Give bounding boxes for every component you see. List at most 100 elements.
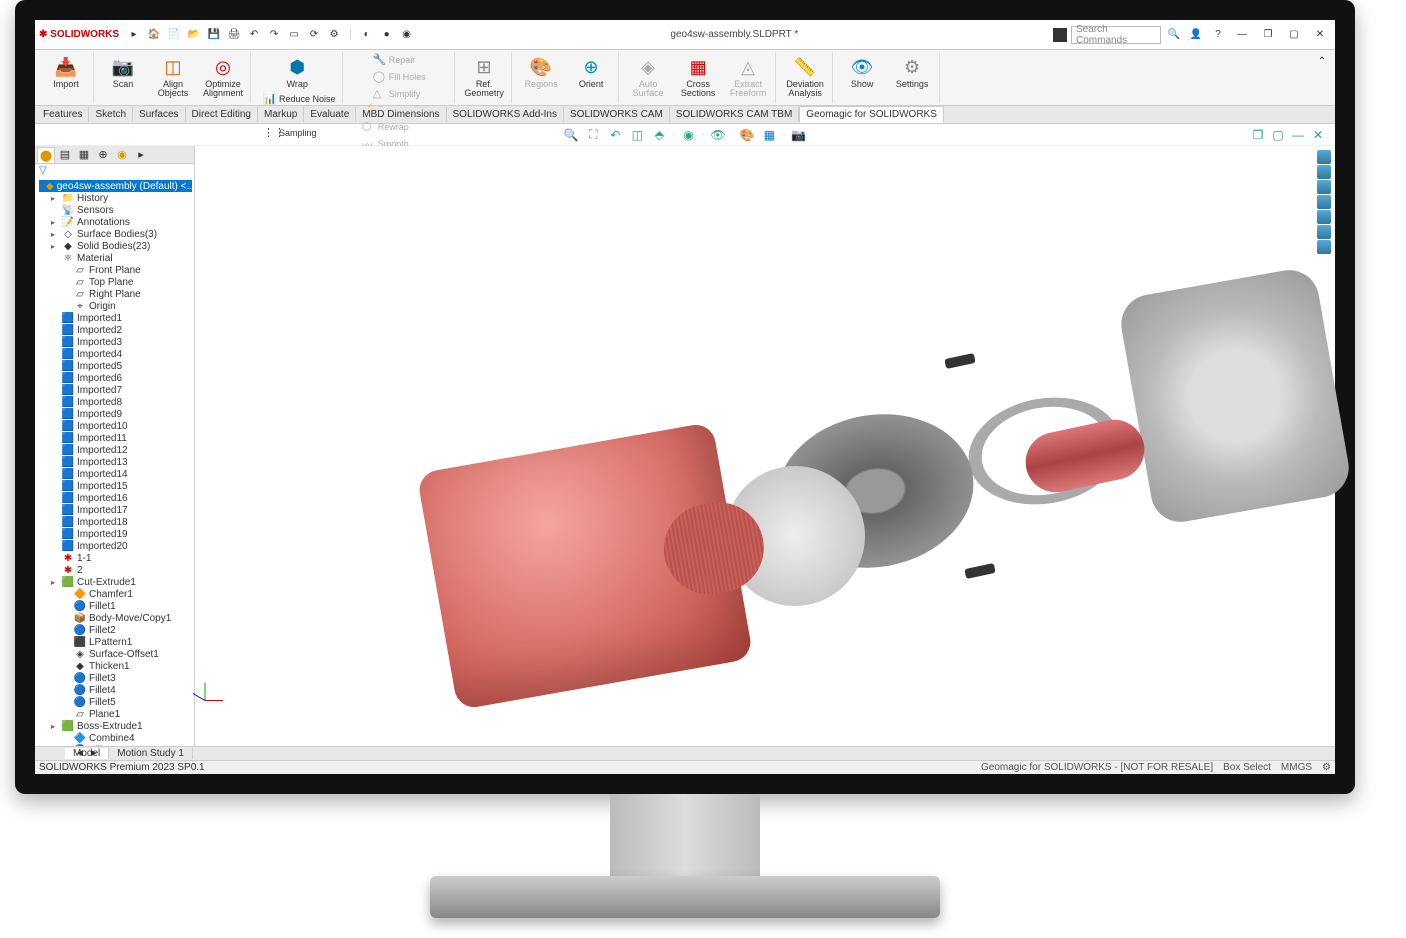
tree-node[interactable]: 🟦Imported12 <box>39 444 192 456</box>
repair-button[interactable]: 🔧Repair <box>371 52 428 68</box>
tree-node[interactable]: ▸📝Annotations <box>39 216 192 228</box>
tree-node[interactable]: 🟦Imported15 <box>39 480 192 492</box>
tree-tab-config-icon[interactable]: ▦ <box>75 147 93 163</box>
tree-node[interactable]: ▱Top Plane <box>39 276 192 288</box>
tree-node[interactable]: 📦Body-Move/Copy1 <box>39 612 192 624</box>
simplify-button[interactable]: △Simplify <box>371 86 428 102</box>
scene-icon[interactable]: ◉ <box>398 26 416 44</box>
tree-node[interactable]: 🟦Imported9 <box>39 408 192 420</box>
bottom-tab-motion-study-1[interactable]: Motion Study 1 <box>109 748 193 759</box>
tree-node[interactable]: 🟦Imported14 <box>39 468 192 480</box>
tree-node[interactable]: ✱2 <box>39 564 192 576</box>
search-input[interactable]: Search Commands <box>1071 26 1161 44</box>
tree-node[interactable]: 🟦Imported7 <box>39 384 192 396</box>
tree-node[interactable]: 🟦Imported11 <box>39 432 192 444</box>
doc-min-icon[interactable]: ❐ <box>1249 126 1267 144</box>
tree-node[interactable]: 🔶Chamfer1 <box>39 588 192 600</box>
appearance-icon[interactable]: ● <box>378 26 396 44</box>
rebuild-icon[interactable]: ⟳ <box>305 26 323 44</box>
tree-node[interactable]: 🟦Imported16 <box>39 492 192 504</box>
doc-menu-icon[interactable]: — <box>1289 126 1307 144</box>
hud-btn-7-icon[interactable] <box>1317 240 1331 254</box>
restore-icon[interactable]: ❐ <box>1257 26 1279 44</box>
tree-node[interactable]: ▸🟩Cut-Extrude1 <box>39 576 192 588</box>
tree-node[interactable]: ⚛Material <box>39 252 192 264</box>
tab-solidworks-cam[interactable]: SOLIDWORKS CAM <box>564 107 670 122</box>
tree-node[interactable]: 🟦Imported8 <box>39 396 192 408</box>
fill-holes-button[interactable]: ◯Fill Holes <box>371 69 428 85</box>
tree-node[interactable]: ▱Front Plane <box>39 264 192 276</box>
tree-node[interactable]: 🟦Imported20 <box>39 540 192 552</box>
tree-node[interactable]: 🟦Imported5 <box>39 360 192 372</box>
ref-geometry-button[interactable]: ⊞Ref. Geometry <box>461 52 507 100</box>
orientation-triad[interactable] <box>201 680 227 706</box>
tree-node[interactable]: 🟦Imported13 <box>39 456 192 468</box>
tree-node[interactable]: ▸📁History <box>39 192 192 204</box>
hud-btn-3-icon[interactable] <box>1317 180 1331 194</box>
prev-view-icon[interactable]: ↶ <box>606 126 624 144</box>
open-icon[interactable]: 📂 <box>185 26 203 44</box>
tree-node[interactable]: ▸◆Solid Bodies(23) <box>39 240 192 252</box>
settings-button[interactable]: ⚙Settings <box>889 52 935 91</box>
hud-btn-2-icon[interactable] <box>1317 165 1331 179</box>
tree-root[interactable]: ▾◆geo4sw-assembly (Default) <... <box>39 180 192 192</box>
wrap-button[interactable]: ⬢Wrap <box>274 52 320 91</box>
tree-tab-property-icon[interactable]: ▤ <box>56 147 74 163</box>
tree-node[interactable]: 🔵Fillet3 <box>39 672 192 684</box>
tree-node[interactable]: 🔵Fillet5 <box>39 696 192 708</box>
tree-node[interactable]: ▸◇Surface Bodies(3) <box>39 228 192 240</box>
tree-tab-more-icon[interactable]: ▸ <box>132 147 150 163</box>
tree-node[interactable]: 🔵Fillet6 <box>39 744 192 746</box>
deviation-analysis-button[interactable]: 📏Deviation Analysis <box>782 52 828 100</box>
reduce-noise-button[interactable]: 📊Reduce Noise <box>261 91 338 107</box>
tab-features[interactable]: Features <box>37 107 89 122</box>
tree-node[interactable]: 🔵Fillet4 <box>39 684 192 696</box>
tree-node[interactable]: 🟦Imported17 <box>39 504 192 516</box>
scan-button[interactable]: 📷Scan <box>100 52 146 100</box>
optimize-alignment-button[interactable]: ◎Optimize Alignment <box>200 52 246 100</box>
select-icon[interactable]: ▭ <box>285 26 303 44</box>
restore2-icon[interactable]: ▢ <box>1283 26 1305 44</box>
print-icon[interactable]: 🖨 <box>225 26 243 44</box>
close-icon[interactable]: ✕ <box>1309 26 1331 44</box>
doc-max-icon[interactable]: ▢ <box>1269 126 1287 144</box>
minimize-icon[interactable]: — <box>1231 26 1253 44</box>
show-button[interactable]: 👁Show <box>839 52 885 91</box>
tree-node[interactable]: 🟦Imported19 <box>39 528 192 540</box>
tab-surfaces[interactable]: Surfaces <box>133 107 185 122</box>
undo-icon[interactable]: ↶ <box>245 26 263 44</box>
tree-node[interactable]: ⬛LPattern1 <box>39 636 192 648</box>
tree-node[interactable]: 🟦Imported3 <box>39 336 192 348</box>
options-icon[interactable]: ⚙ <box>325 26 343 44</box>
hud-btn-4-icon[interactable] <box>1317 195 1331 209</box>
new-icon[interactable]: 📄 <box>165 26 183 44</box>
tree-node[interactable]: ▸🟩Boss-Extrude1 <box>39 720 192 732</box>
tab-mbd-dimensions[interactable]: MBD Dimensions <box>356 107 446 122</box>
hide-show-icon[interactable]: 👁 <box>709 126 727 144</box>
import-button[interactable]: 📥Import <box>43 52 89 91</box>
regions-button[interactable]: 🎨Regions <box>518 52 564 91</box>
tree-node[interactable]: 🟦Imported2 <box>39 324 192 336</box>
section-view-icon[interactable]: ◫ <box>628 126 646 144</box>
hud-btn-5-icon[interactable] <box>1317 210 1331 224</box>
tree-node[interactable]: ▱Right Plane <box>39 288 192 300</box>
display-style-icon[interactable]: ◉ <box>680 126 698 144</box>
zoom-area-icon[interactable]: ⛶ <box>584 126 602 144</box>
ribbon-collapse-icon[interactable]: ⌃ <box>1313 52 1331 70</box>
save-icon[interactable]: 💾 <box>205 26 223 44</box>
help-icon[interactable]: ? <box>1209 26 1227 44</box>
tab-direct-editing[interactable]: Direct Editing <box>186 107 258 122</box>
view-settings-icon[interactable]: 📷 <box>790 126 808 144</box>
tree-node[interactable]: ⌖Origin <box>39 300 192 312</box>
tree-node[interactable]: ◈Surface-Offset1 <box>39 648 192 660</box>
tree-node[interactable]: ◆Thicken1 <box>39 660 192 672</box>
hud-compass-icon[interactable] <box>1317 150 1331 164</box>
btab-right-icon[interactable]: ► <box>85 745 103 763</box>
doc-close-icon[interactable]: ✕ <box>1309 126 1327 144</box>
tab-evaluate[interactable]: Evaluate <box>304 107 356 122</box>
tab-sketch[interactable]: Sketch <box>89 107 133 122</box>
tree-filter[interactable]: ▽ <box>35 164 194 178</box>
status-units[interactable]: MMGS <box>1281 762 1312 773</box>
tree-tab-dimxpert-icon[interactable]: ⊕ <box>94 147 112 163</box>
tree-node[interactable]: 🔵Fillet1 <box>39 600 192 612</box>
